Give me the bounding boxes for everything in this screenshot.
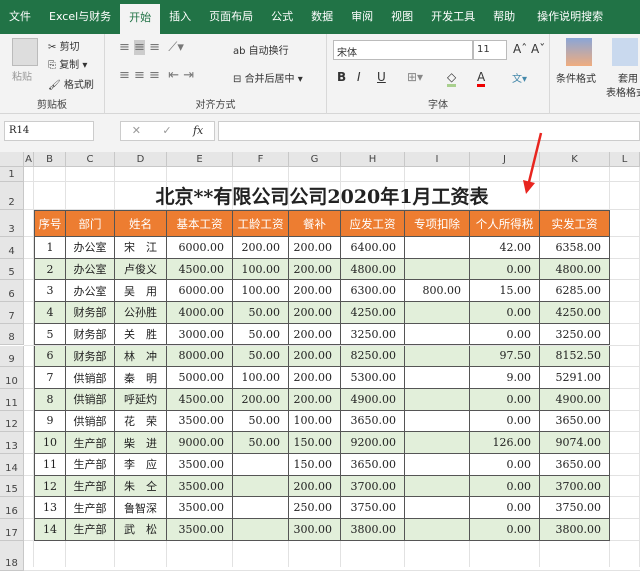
red-arrow-annotation (523, 132, 543, 194)
